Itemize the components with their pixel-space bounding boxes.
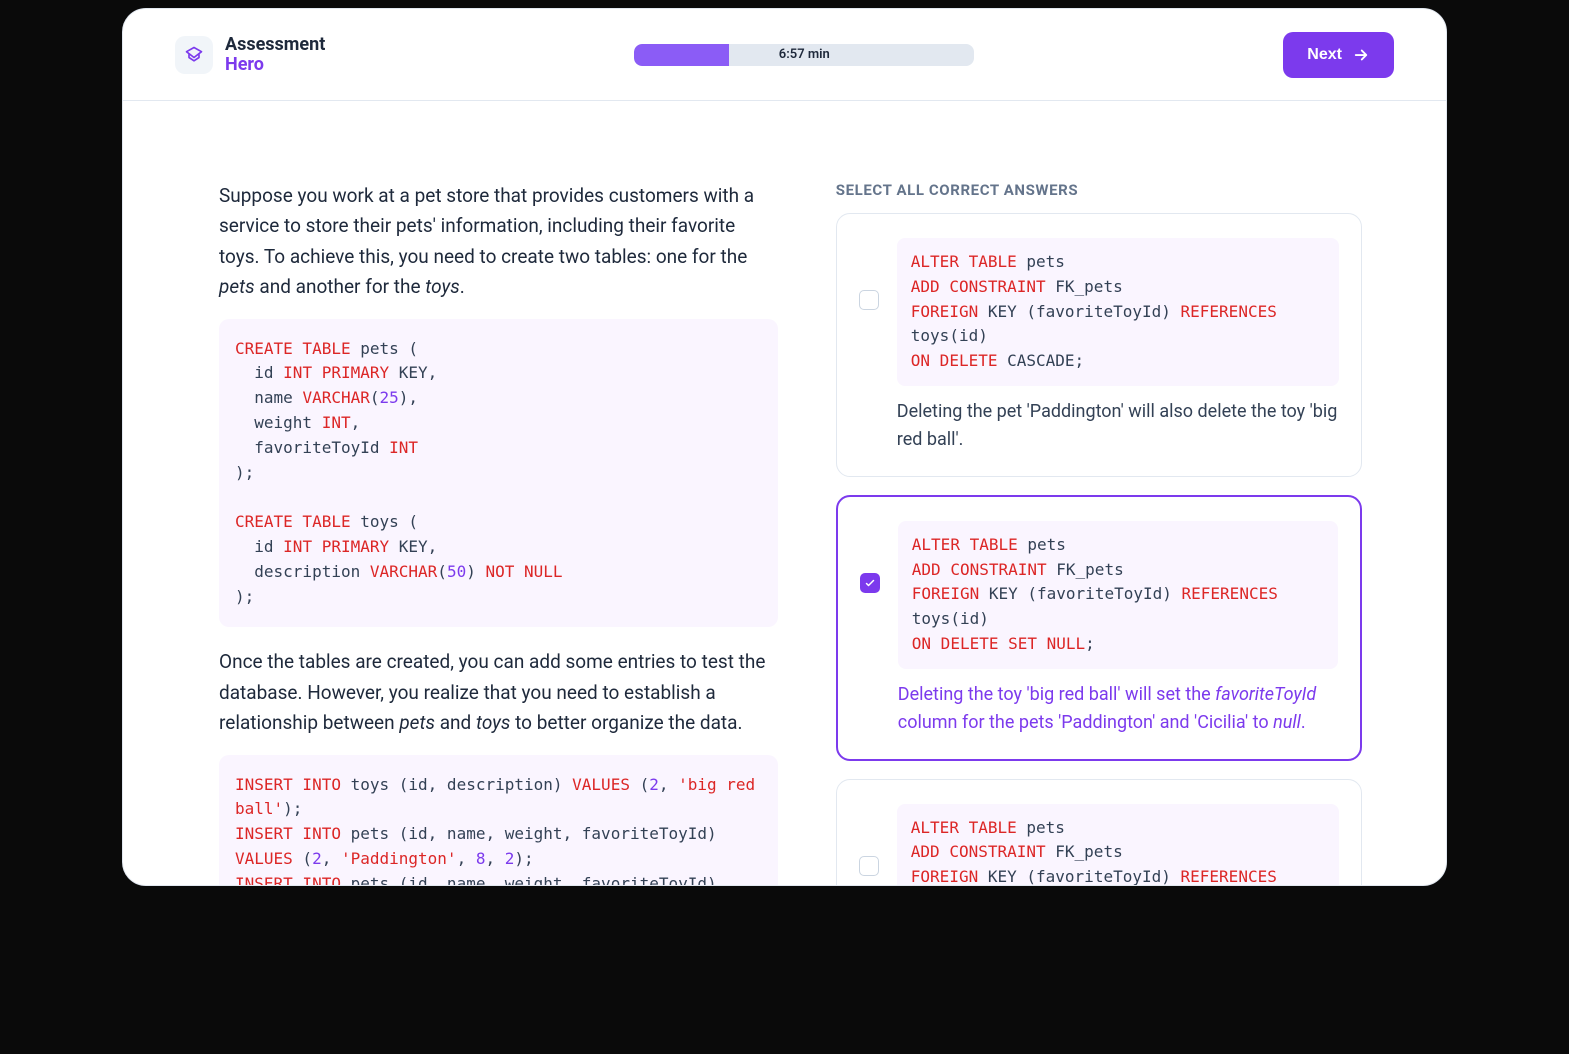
- checkbox[interactable]: [859, 856, 879, 876]
- question-card: Suppose you work at a pet store that pro…: [163, 141, 1406, 885]
- answer-code: ALTER TABLE pets ADD CONSTRAINT FK_pets …: [897, 238, 1339, 386]
- progress-label: 6:57 min: [779, 47, 830, 62]
- answer-body: ALTER TABLE pets ADD CONSTRAINT FK_pets …: [897, 804, 1339, 885]
- answer-option-1[interactable]: ALTER TABLE pets ADD CONSTRAINT FK_pets …: [836, 495, 1362, 761]
- answer-option-0[interactable]: ALTER TABLE pets ADD CONSTRAINT FK_pets …: [836, 213, 1362, 477]
- answer-option-2[interactable]: ALTER TABLE pets ADD CONSTRAINT FK_pets …: [836, 779, 1362, 885]
- answers-list: ALTER TABLE pets ADD CONSTRAINT FK_pets …: [836, 213, 1362, 885]
- arrow-right-icon: [1352, 46, 1370, 64]
- question-paragraph-1: Suppose you work at a pet store that pro…: [219, 181, 778, 303]
- question-column: Suppose you work at a pet store that pro…: [163, 141, 822, 885]
- checkbox[interactable]: [859, 290, 879, 310]
- answer-body: ALTER TABLE pets ADD CONSTRAINT FK_pets …: [898, 521, 1338, 737]
- logo: Assessment Hero: [175, 35, 325, 75]
- logo-line-2: Hero: [225, 55, 325, 75]
- code-block-1: CREATE TABLE pets ( id INT PRIMARY KEY, …: [219, 319, 778, 628]
- answer-description: Deleting the toy 'big red ball' will set…: [898, 681, 1338, 737]
- answer-code: ALTER TABLE pets ADD CONSTRAINT FK_pets …: [897, 804, 1339, 885]
- progress-bar: 6:57 min: [634, 44, 974, 66]
- next-button-label: Next: [1307, 46, 1342, 64]
- answer-code: ALTER TABLE pets ADD CONSTRAINT FK_pets …: [898, 521, 1338, 669]
- checkbox[interactable]: [860, 573, 880, 593]
- answers-column: SELECT ALL CORRECT ANSWERS ALTER TABLE p…: [822, 141, 1406, 885]
- progress: 6:57 min: [634, 44, 974, 66]
- answers-title: SELECT ALL CORRECT ANSWERS: [836, 181, 1362, 199]
- app-window: Assessment Hero 6:57 min Next Suppose yo…: [122, 8, 1447, 886]
- progress-fill: [634, 44, 729, 66]
- answer-description: Deleting the pet 'Paddington' will also …: [897, 398, 1339, 454]
- logo-icon: [175, 36, 213, 74]
- question-paragraph-2: Once the tables are created, you can add…: [219, 647, 778, 738]
- logo-text: Assessment Hero: [225, 35, 325, 75]
- code-block-2: INSERT INTO toys (id, description) VALUE…: [219, 755, 778, 886]
- content: Suppose you work at a pet store that pro…: [123, 101, 1446, 885]
- check-icon: [864, 577, 876, 589]
- logo-line-1: Assessment: [225, 35, 325, 55]
- next-button[interactable]: Next: [1283, 32, 1394, 78]
- header: Assessment Hero 6:57 min Next: [123, 9, 1446, 101]
- answer-body: ALTER TABLE pets ADD CONSTRAINT FK_pets …: [897, 238, 1339, 454]
